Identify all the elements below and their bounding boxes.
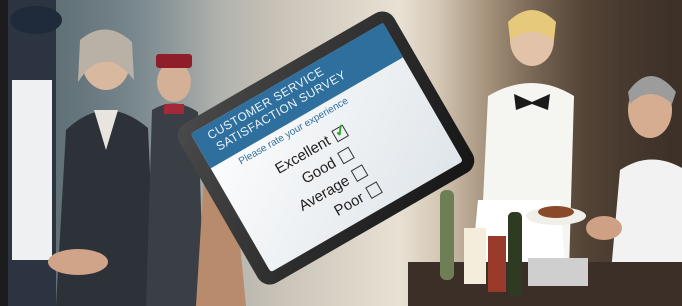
checkbox-checked-icon[interactable]: ✓ [331, 120, 350, 143]
checkbox-icon[interactable] [336, 146, 355, 165]
checkbox-icon[interactable] [350, 164, 369, 183]
checkbox-icon[interactable] [364, 181, 383, 200]
hero-image: CUSTOMER SERVICE SATISFACTION SURVEY Ple… [8, 0, 682, 306]
